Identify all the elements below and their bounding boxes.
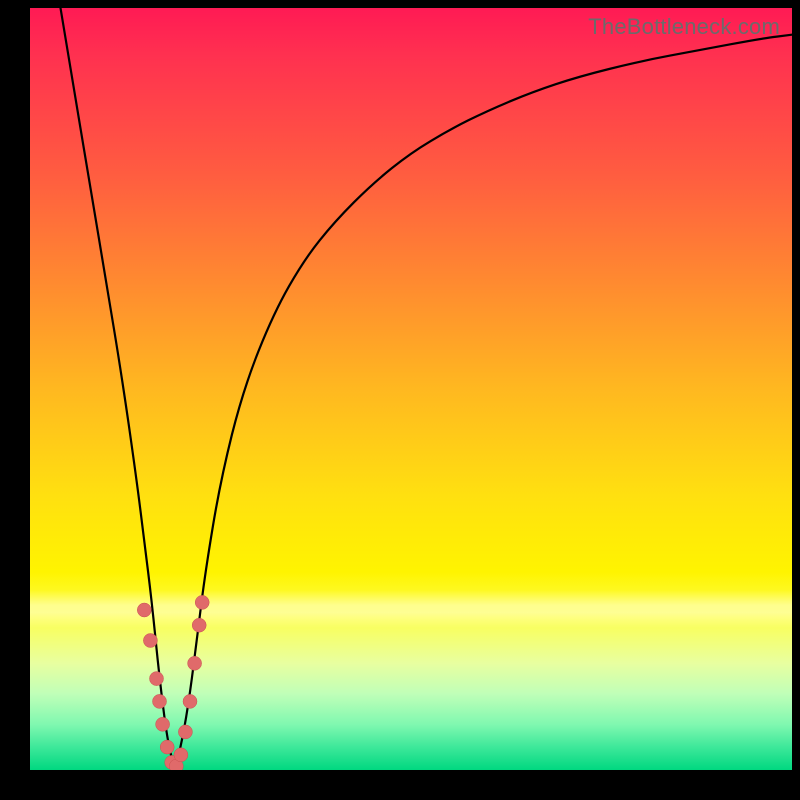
- marker-dot: [150, 672, 164, 686]
- marker-dot: [153, 694, 167, 708]
- marker-points: [137, 595, 209, 770]
- chart-frame: TheBottleneck.com: [0, 0, 800, 800]
- marker-dot: [195, 595, 209, 609]
- marker-dot: [137, 603, 151, 617]
- marker-dot: [178, 725, 192, 739]
- plot-area: TheBottleneck.com: [30, 8, 792, 770]
- marker-dot: [156, 717, 170, 731]
- marker-dot: [174, 748, 188, 762]
- curve-layer: [30, 8, 792, 770]
- marker-dot: [192, 618, 206, 632]
- bottleneck-curve: [61, 8, 793, 762]
- marker-dot: [188, 656, 202, 670]
- marker-dot: [143, 634, 157, 648]
- marker-dot: [160, 740, 174, 754]
- marker-dot: [183, 694, 197, 708]
- watermark-text: TheBottleneck.com: [588, 14, 780, 40]
